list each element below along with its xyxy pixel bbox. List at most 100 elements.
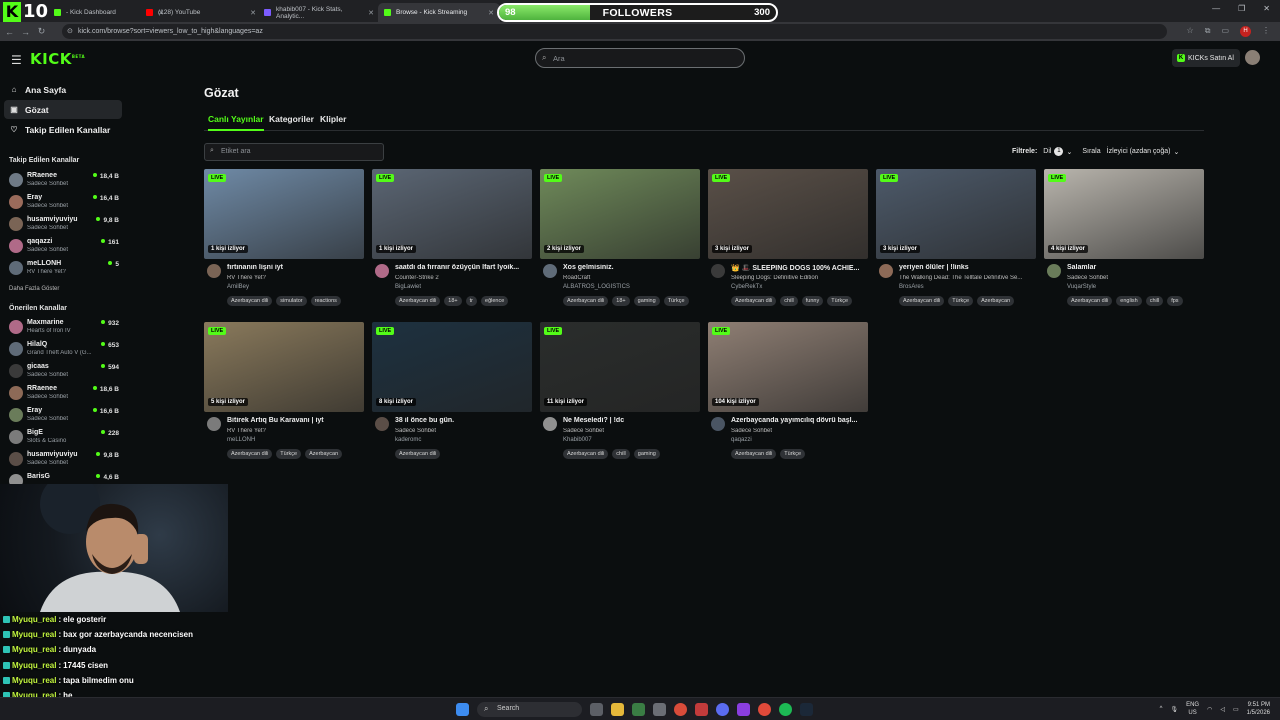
app-icon[interactable] <box>695 703 708 716</box>
streamer-name[interactable]: VuqarStyle <box>1067 284 1096 290</box>
sidebar-item-browse[interactable]: ▣ Gözat <box>4 100 122 119</box>
stream-title[interactable]: Ne Meseledi? | !dc <box>563 417 698 424</box>
stream-category[interactable]: Sadece Sohbet <box>1067 275 1202 281</box>
steam-icon[interactable] <box>800 703 813 716</box>
stream-title[interactable]: Bitirek Artıq Bu Karavanı | iyt <box>227 417 362 424</box>
sidebar-item-following[interactable]: ♡ Takip Edilen Kanallar <box>4 120 122 139</box>
close-tab-icon[interactable]: ✕ <box>488 9 494 17</box>
stream-tag[interactable]: english <box>1116 296 1142 306</box>
stream-tag[interactable]: chill <box>1145 296 1164 306</box>
stream-title[interactable]: 38 il önce bu gün. <box>395 417 530 424</box>
stream-category[interactable]: Counter-Strike 2 <box>395 275 530 281</box>
stream-tag[interactable]: simulator <box>276 296 307 306</box>
stream-thumbnail[interactable]: LIVE 8 kişi izliyor <box>372 322 532 412</box>
tab-categories[interactable]: Kategoriler <box>269 114 314 124</box>
site-info-icon[interactable]: ⊙ <box>67 27 73 35</box>
task-view-icon[interactable] <box>590 703 603 716</box>
start-button-icon[interactable] <box>456 703 469 716</box>
stream-category[interactable]: Sadece Sohbet <box>731 428 866 434</box>
stream-title[interactable]: Azerbaycanda yayımcılıq dövrü başl... <box>731 417 866 424</box>
streamer-avatar[interactable] <box>543 264 557 278</box>
stream-tag[interactable]: Türkçe <box>948 296 974 306</box>
stream-tag[interactable]: 18+ <box>444 296 462 306</box>
sidebar-channel-item[interactable]: gicaas Sadece Sohbet 594 <box>9 362 121 382</box>
close-tab-icon[interactable]: ✕ <box>368 9 374 17</box>
stream-tag[interactable]: Azerbaycan dili <box>395 449 441 459</box>
stream-tag[interactable]: Azerbaycan dili <box>563 449 609 459</box>
sidebar-channel-item[interactable]: BigE Slots & Casino 228 <box>9 428 121 448</box>
stream-title[interactable]: Xos gelmisiniz. <box>563 264 698 271</box>
stream-title[interactable]: yeriyen ölüler | !links <box>899 264 1034 271</box>
sort-dropdown[interactable]: İzleyici (azdan çoğa) ⌄ <box>1107 148 1180 156</box>
stream-tag[interactable]: Türkçe <box>780 449 806 459</box>
discord-icon[interactable] <box>716 703 729 716</box>
stream-tag[interactable]: Azerbaycan <box>305 449 343 459</box>
streamer-avatar[interactable] <box>711 417 725 431</box>
stream-category[interactable]: Sleeping Dogs: Definitive Edition <box>731 275 866 281</box>
stream-thumbnail[interactable]: LIVE 11 kişi izliyor <box>540 322 700 412</box>
sidebar-channel-item[interactable]: HilalQ Grand Theft Auto V (G... 653 <box>9 340 121 360</box>
streamer-name[interactable]: BrosAres <box>899 284 924 290</box>
stream-category[interactable]: Sadece Sohbet <box>395 428 530 434</box>
streamer-avatar[interactable] <box>375 264 389 278</box>
stream-card[interactable]: LIVE 1 kişi izliyor fırtınanın lişni iyt RV… <box>204 169 364 314</box>
chrome-active-icon[interactable] <box>758 703 771 716</box>
streamer-avatar[interactable] <box>711 264 725 278</box>
taskbar-search[interactable]: ⌕ Search <box>477 702 582 717</box>
stream-tag[interactable]: funny <box>801 296 824 306</box>
stream-tag[interactable]: Azerbaycan <box>977 296 1015 306</box>
stream-tag[interactable]: Azerbaycan dili <box>227 449 273 459</box>
stream-thumbnail[interactable]: LIVE 3 kişi izliyor <box>708 169 868 259</box>
streamer-name[interactable]: CybeRekTx <box>731 284 762 290</box>
browser-tab[interactable]: (128) YouTube ✕ <box>140 3 262 22</box>
stream-tag[interactable]: chill <box>780 296 798 306</box>
sidebar-channel-item[interactable]: qaqazzi Sadece Sohbet 161 <box>9 237 121 257</box>
sidebar-channel-item[interactable]: RRaenee Sadece Sohbet 18,6 B <box>9 384 121 404</box>
stream-tag[interactable]: Türkçe <box>827 296 853 306</box>
streamer-name[interactable]: BigLawiet <box>395 284 421 290</box>
stream-title[interactable]: 👑 🎩 SLEEPING DOGS 100% ACHIE... <box>731 264 866 272</box>
stream-tag[interactable]: Azerbaycan dili <box>731 296 777 306</box>
stream-category[interactable]: The Walking Dead: The Telltale Definitiv… <box>899 275 1034 281</box>
tag-search-input[interactable]: ⌕ Etiket ara <box>204 143 384 161</box>
menu-dots-icon[interactable]: ⋮ <box>1262 26 1270 37</box>
stream-tag[interactable]: Türkçe <box>276 449 302 459</box>
sidebar-channel-item[interactable]: meLLONH RV There Yet? 5 <box>9 259 121 279</box>
input-language[interactable]: ENG US <box>1186 701 1199 717</box>
streamer-name[interactable]: kaderomc <box>395 437 421 443</box>
chevron-up-icon[interactable]: ^ <box>1160 706 1163 712</box>
show-more-link[interactable]: Daha Fazla Göster <box>9 286 59 292</box>
streamer-name[interactable]: AmilBey <box>227 284 249 290</box>
volume-icon[interactable]: ◁ <box>1220 706 1225 713</box>
stream-tag[interactable]: fps <box>1167 296 1183 306</box>
minimize-icon[interactable]: — <box>1212 4 1220 13</box>
stream-thumbnail[interactable]: LIVE 4 kişi izliyor <box>1044 169 1204 259</box>
stream-thumbnail[interactable]: LIVE 1 kişi izliyor <box>372 169 532 259</box>
streamer-avatar[interactable] <box>375 417 389 431</box>
close-tab-icon[interactable]: ✕ <box>250 9 256 17</box>
stream-tag[interactable]: gaming <box>633 296 660 306</box>
stream-card[interactable]: LIVE 3 kişi izliyor yeriyen ölüler | !link… <box>876 169 1036 314</box>
stream-tag[interactable]: eğlence <box>481 296 509 306</box>
chrome-icon[interactable] <box>674 703 687 716</box>
stream-tag[interactable]: Azerbaycan dili <box>899 296 945 306</box>
maximize-icon[interactable]: ❐ <box>1238 4 1245 13</box>
stream-tag[interactable]: Azerbaycan dili <box>731 449 777 459</box>
stream-title[interactable]: saatdı da fırranır özüyçün lfart lyoik..… <box>395 264 530 271</box>
file-explorer-icon[interactable] <box>611 703 624 716</box>
streamer-avatar[interactable] <box>207 264 221 278</box>
hamburger-menu-icon[interactable]: ☰ <box>11 53 22 67</box>
sidebar-channel-item[interactable]: husamviyuviyu Sadece Sohbet 9,8 B <box>9 215 121 235</box>
stream-category[interactable]: RV There Yet? <box>227 275 362 281</box>
tab-live-streams[interactable]: Canlı Yayınlar <box>208 114 264 131</box>
sidepanel-icon[interactable]: ▭ <box>1221 26 1229 37</box>
streamer-avatar[interactable] <box>207 417 221 431</box>
stream-card[interactable]: LIVE 8 kişi izliyor 38 il önce bu gün. Sade… <box>372 322 532 467</box>
stream-tag[interactable]: reactions <box>310 296 341 306</box>
tab-clips[interactable]: Klipler <box>320 114 346 124</box>
stream-tag[interactable]: tr <box>465 296 478 306</box>
stream-thumbnail[interactable]: LIVE 5 kişi izliyor <box>204 322 364 412</box>
sidebar-channel-item[interactable]: RRaenee Sadece Sohbet 18,4 B <box>9 171 121 191</box>
sidebar-channel-item[interactable]: Maxmarine Hearts of Iron IV 932 <box>9 318 121 338</box>
buy-kicks-button[interactable]: K KICKs Satın Al <box>1172 49 1240 67</box>
